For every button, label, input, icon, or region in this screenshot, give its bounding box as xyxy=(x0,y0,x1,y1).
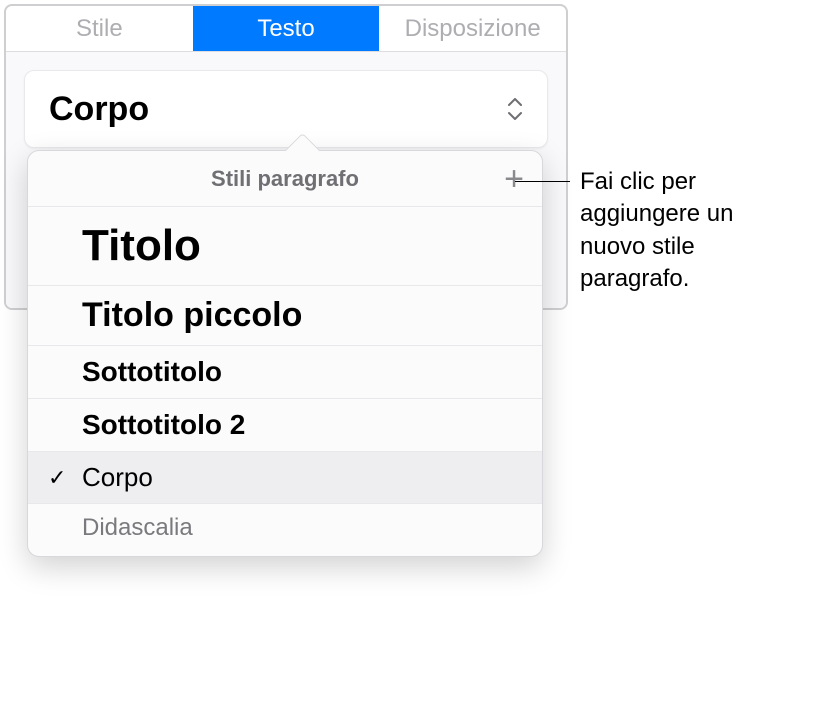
style-item[interactable]: Titolo xyxy=(28,207,542,286)
style-item-label: Sottotitolo xyxy=(82,356,222,387)
callout-leader-line xyxy=(515,181,570,182)
tab-testo[interactable]: Testo xyxy=(193,6,380,51)
paragraph-styles-popover: Stili paragrafo + Titolo Titolo piccolo So… xyxy=(27,150,543,557)
style-item-label: Titolo piccolo xyxy=(82,296,302,334)
add-style-button[interactable]: + xyxy=(504,162,524,196)
popover-header: Stili paragrafo + xyxy=(28,151,542,207)
style-item[interactable]: Didascalia xyxy=(28,504,542,556)
tabs: Stile Testo Disposizione xyxy=(6,6,566,52)
style-item-label: Corpo xyxy=(82,462,153,492)
chevron-updown-icon xyxy=(507,98,523,120)
paragraph-style-current: Corpo xyxy=(49,90,149,129)
checkmark-icon: ✓ xyxy=(48,465,66,491)
style-item-label: Didascalia xyxy=(82,514,193,541)
paragraph-style-select[interactable]: Corpo xyxy=(24,70,548,148)
tab-stile[interactable]: Stile xyxy=(6,6,193,51)
popover-title: Stili paragrafo xyxy=(211,166,359,192)
tab-disposizione[interactable]: Disposizione xyxy=(379,6,566,51)
plus-icon: + xyxy=(504,160,524,198)
callout-text: Fai clic per aggiungere un nuovo stile p… xyxy=(580,166,790,296)
style-item-label: Titolo xyxy=(82,221,201,270)
style-item[interactable]: Sottotitolo xyxy=(28,346,542,399)
style-item[interactable]: ✓ Corpo xyxy=(28,452,542,504)
style-item[interactable]: Sottotitolo 2 xyxy=(28,399,542,452)
style-item[interactable]: Titolo piccolo xyxy=(28,286,542,346)
paragraph-style-list: Titolo Titolo piccolo Sottotitolo Sottotito… xyxy=(28,207,542,556)
style-item-label: Sottotitolo 2 xyxy=(82,409,245,440)
